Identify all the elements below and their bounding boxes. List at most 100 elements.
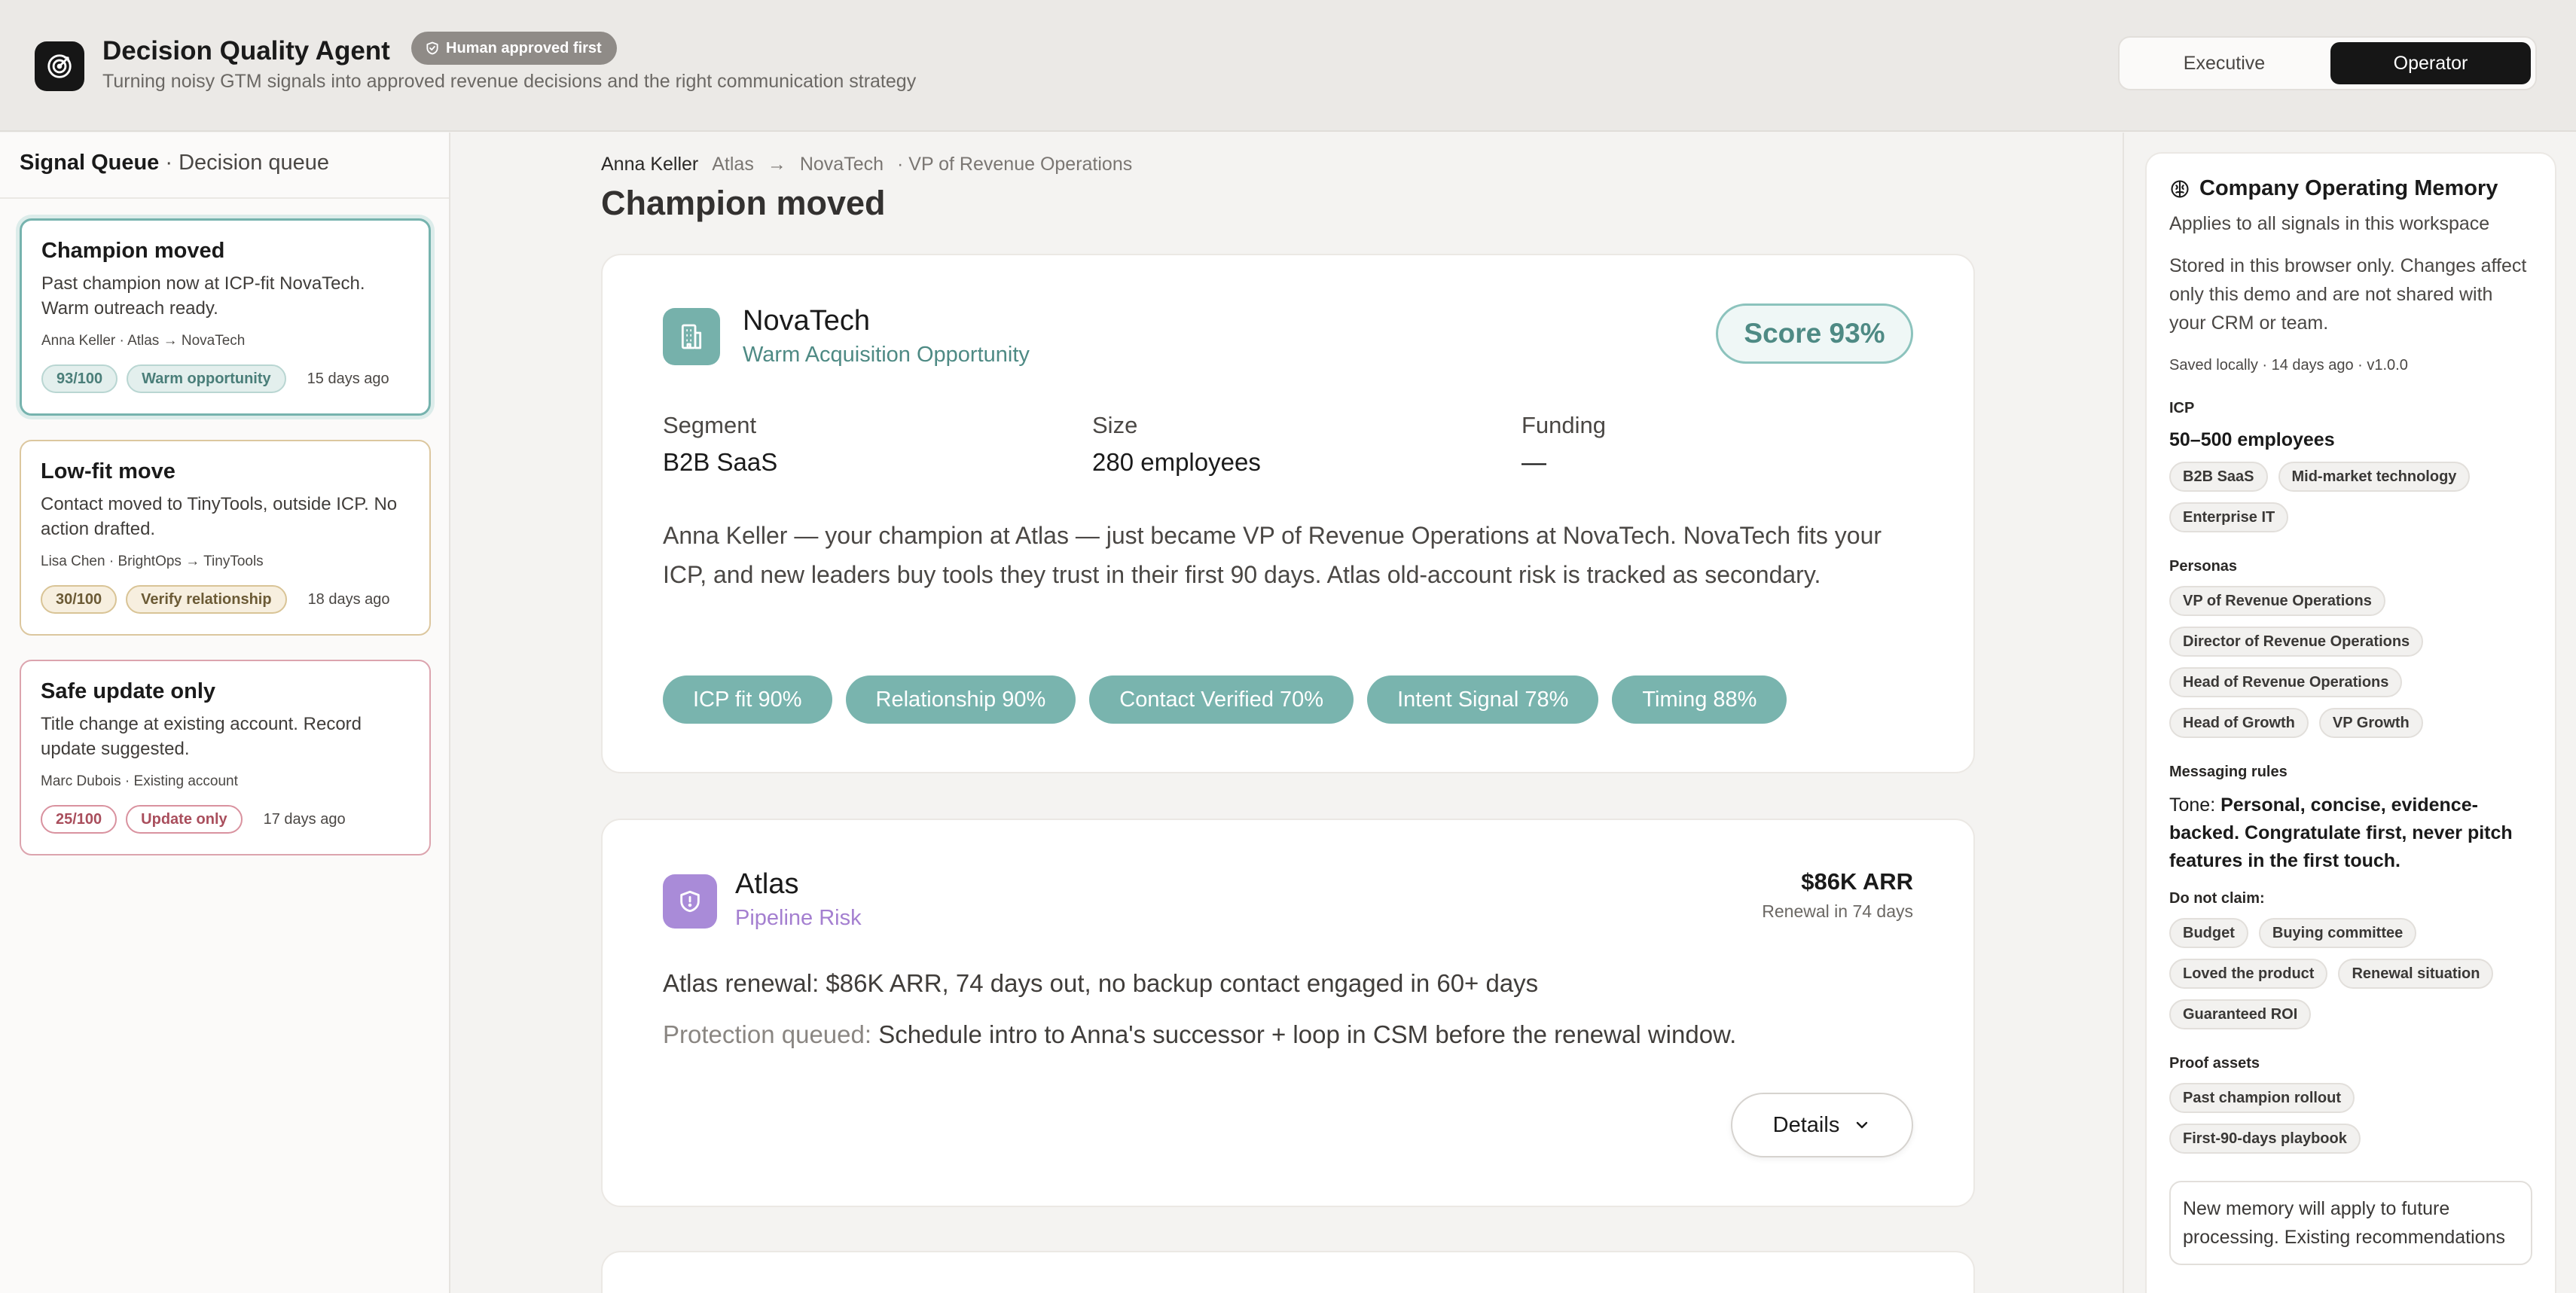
badge-label: Human approved first <box>446 39 602 56</box>
signal-score-badge: 25/100 <box>41 805 118 834</box>
icp-tag: Enterprise IT <box>2169 502 2289 532</box>
signal-title: Safe update only <box>41 679 216 703</box>
claim-tag: Guaranteed ROI <box>2169 999 2312 1029</box>
signal-score-badge: 30/100 <box>41 585 118 614</box>
breadcrumb-role: · VP of Revenue Operations <box>897 154 1133 175</box>
company-name: Atlas <box>735 868 799 900</box>
signal-chip: Intent Signal 78% <box>1367 675 1599 724</box>
signal-chip: Relationship 90% <box>845 675 1076 724</box>
protection-label: Protection queued: <box>663 1020 872 1048</box>
arr-value: $86K ARR <box>1801 868 1913 895</box>
brain-icon <box>2171 179 2189 198</box>
risk-summary: Atlas renewal: $86K ARR, 74 days out, no… <box>663 969 1539 997</box>
proof-tag: First-90-days playbook <box>2169 1124 2361 1154</box>
signal-status-badge: Verify relationship <box>126 585 287 614</box>
target-icon <box>47 54 72 78</box>
memory-panel: Company Operating Memory Applies to all … <box>2123 133 2576 1293</box>
sidebar-header: Signal Queue · Decision queue <box>0 133 449 199</box>
signal-chip: ICP fit 90% <box>663 675 832 724</box>
signal-card[interactable]: Safe update only Title change at existin… <box>20 660 431 855</box>
signal-status-badge: Update only <box>126 805 243 834</box>
icp-tag: Mid-market technology <box>2278 462 2471 492</box>
opportunity-type: Warm Acquisition Opportunity <box>743 343 1030 367</box>
shield-icon <box>663 874 717 929</box>
memory-title: Company Operating Memory <box>2199 176 2498 200</box>
personas-label: Personas <box>2169 558 2238 575</box>
details-button[interactable]: Details <box>1731 1093 1913 1157</box>
signal-score-badge: 93/100 <box>41 364 118 393</box>
tone-text: Personal, concise, evidence-backed. Cong… <box>2169 794 2513 871</box>
human-approved-badge: Human approved first <box>411 32 617 65</box>
fact-label: Segment <box>663 412 757 438</box>
persona-tag: Director of Revenue Operations <box>2169 627 2424 657</box>
memory-title-row: Company Operating Memory <box>2169 176 2532 201</box>
persona-tag: Head of Revenue Operations <box>2169 667 2403 697</box>
memory-card: Company Operating Memory Applies to all … <box>2145 152 2556 1293</box>
signal-description: Contact moved to TinyTools, outside ICP.… <box>41 494 398 539</box>
claim-tag: Budget <box>2169 918 2248 948</box>
persona-tag: Head of Growth <box>2169 708 2309 738</box>
company-name: NovaTech <box>743 305 870 337</box>
signal-card[interactable]: Champion moved Past champion now at ICP-… <box>20 218 431 416</box>
next-card <box>601 1251 1975 1293</box>
breadcrumb-person: Anna Keller <box>601 154 699 175</box>
signal-timestamp: 18 days ago <box>307 590 390 608</box>
signal-chip: Timing 88% <box>1612 675 1787 724</box>
score-badge: Score 93% <box>1716 303 1913 364</box>
protection-line: Protection queued: Schedule intro to Ann… <box>663 1020 1736 1049</box>
signal-meta: Anna Keller · Atlas → NovaTech <box>41 333 246 349</box>
tone-label: Tone: <box>2169 794 2221 816</box>
signal-status-badge: Warm opportunity <box>127 364 286 393</box>
signal-title: Low-fit move <box>41 459 175 483</box>
breadcrumb-from: Atlas <box>712 154 754 175</box>
signal-queue-sidebar: Signal Queue · Decision queue Champion m… <box>0 133 450 1293</box>
page-title: Champion moved <box>601 184 886 222</box>
signal-chips: ICP fit 90% Relationship 90% Contact Ver… <box>663 675 1787 724</box>
signal-card[interactable]: Low-fit move Contact moved to TinyTools,… <box>20 440 431 636</box>
view-executive-button[interactable]: Executive <box>2124 42 2324 84</box>
signal-chip: Contact Verified 70% <box>1089 675 1354 724</box>
signal-description: Past champion now at ICP-fit NovaTech. W… <box>41 273 365 319</box>
fact-value: — <box>1521 448 1546 476</box>
claim-tag: Renewal situation <box>2338 959 2494 989</box>
arr-block: $86K ARR Renewal in 74 days <box>1762 868 1913 922</box>
shield-check-icon <box>426 41 438 55</box>
breadcrumb: Anna Keller Atlas → NovaTech · VP of Rev… <box>601 154 1132 175</box>
memory-storage-note: Stored in this browser only. Changes aff… <box>2169 255 2527 334</box>
details-label: Details <box>1772 1112 1840 1137</box>
signal-title: Champion moved <box>41 239 225 263</box>
memory-subtitle: Applies to all signals in this workspace <box>2169 213 2490 234</box>
icp-tags: B2B SaaS Mid-market technology Enterpris… <box>2169 462 2532 532</box>
fact-value: B2B SaaS <box>663 448 778 476</box>
sidebar-title: Signal Queue <box>20 151 160 175</box>
opportunity-card: NovaTech Warm Acquisition Opportunity Sc… <box>601 254 1975 773</box>
proof-assets-label: Proof assets <box>2169 1055 2260 1072</box>
pipeline-risk-card: Atlas Pipeline Risk $86K ARR Renewal in … <box>601 819 1975 1207</box>
signal-meta: Marc Dubois · Existing account <box>41 773 238 789</box>
app-subtitle: Turning noisy GTM signals into approved … <box>102 71 917 92</box>
persona-tag: VP of Revenue Operations <box>2169 586 2385 616</box>
app-header: Decision Quality Agent Human approved fi… <box>0 0 2576 132</box>
persona-tag: VP Growth <box>2318 708 2423 738</box>
proof-asset-tags: Past champion rollout First-90-days play… <box>2169 1083 2532 1154</box>
building-icon <box>663 308 720 365</box>
fact-value: 280 employees <box>1092 448 1261 476</box>
claim-tag: Loved the product <box>2169 959 2328 989</box>
fact-label: Funding <box>1521 412 1607 438</box>
arrow-right-icon: → <box>767 154 786 175</box>
do-not-claim-tags: Budget Buying committee Loved the produc… <box>2169 918 2532 1029</box>
signal-timestamp: 17 days ago <box>263 810 346 828</box>
claim-tag: Buying committee <box>2258 918 2417 948</box>
risk-type: Pipeline Risk <box>735 906 862 930</box>
view-operator-button[interactable]: Operator <box>2330 42 2531 84</box>
icp-size: 50–500 employees <box>2169 429 2335 450</box>
protection-text: Schedule intro to Anna's successor + loo… <box>871 1020 1737 1048</box>
icp-label: ICP <box>2169 400 2195 416</box>
view-switch: Executive Operator <box>2118 36 2537 90</box>
memory-saved-status: Saved locally · 14 days ago · v1.0.0 <box>2169 357 2408 374</box>
persona-tags: VP of Revenue Operations Director of Rev… <box>2169 586 2532 738</box>
fact-label: Size <box>1092 412 1138 438</box>
breadcrumb-to: NovaTech <box>799 154 884 175</box>
signal-description: Title change at existing account. Record… <box>41 714 362 759</box>
opportunity-summary: Anna Keller — your champion at Atlas — j… <box>663 522 1882 588</box>
